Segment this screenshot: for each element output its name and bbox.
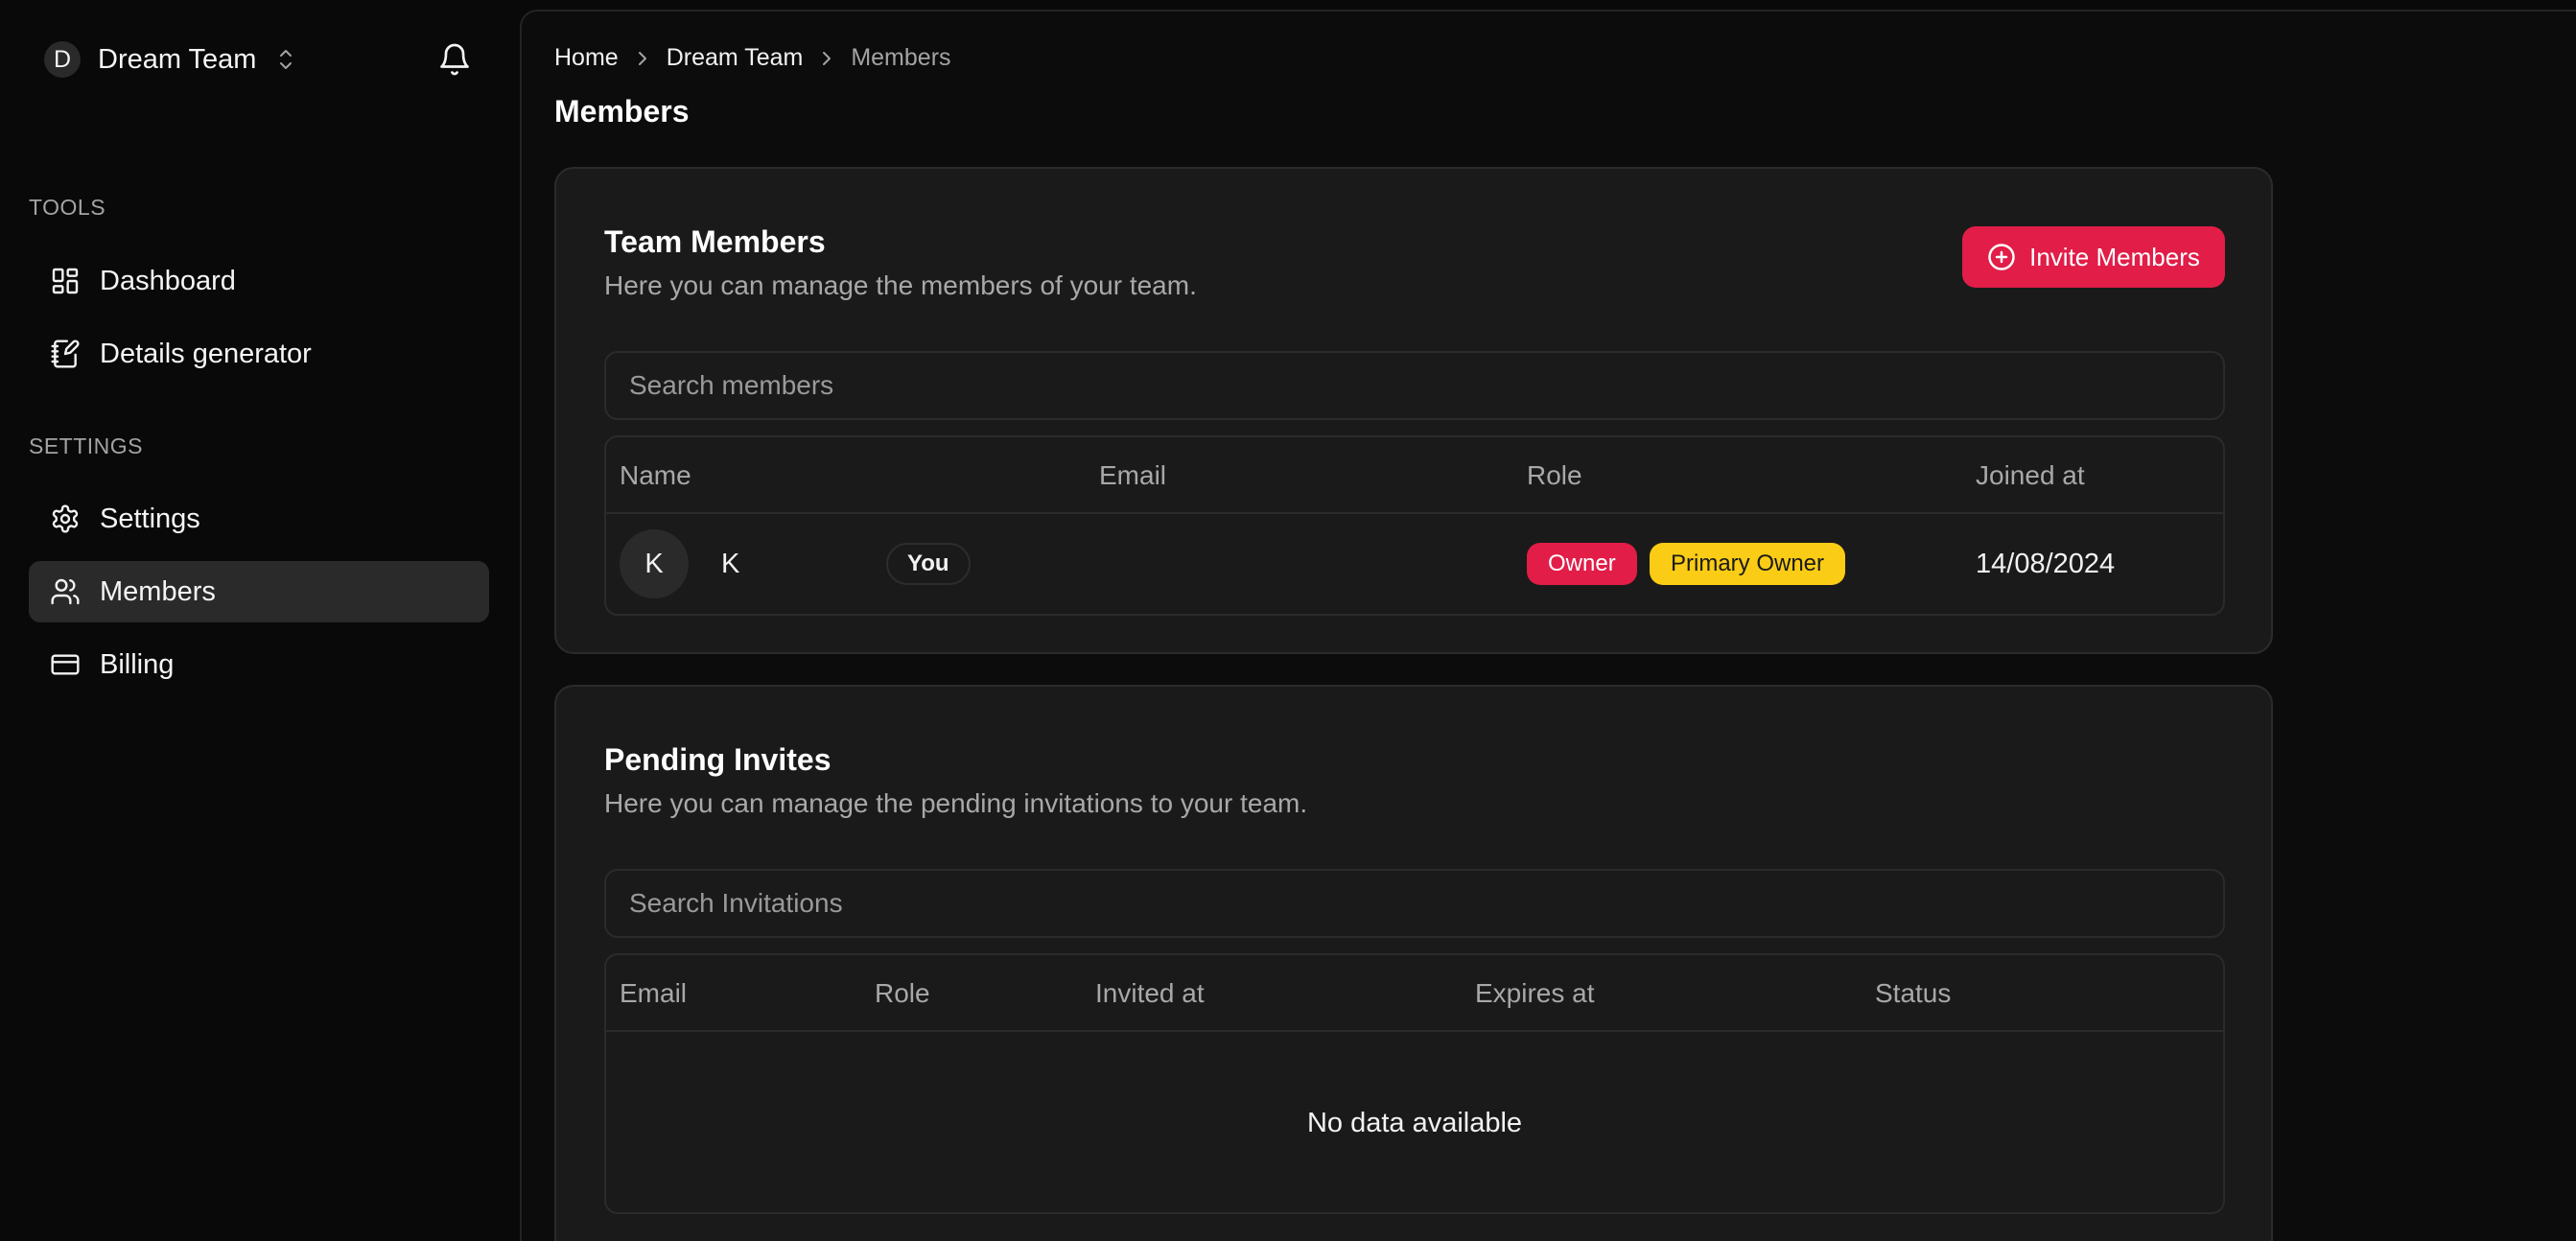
joined-date: 14/08/2024	[1976, 549, 2116, 579]
search-members-input[interactable]	[604, 351, 2225, 420]
column-header-invited[interactable]: Invited at	[1095, 978, 1205, 1009]
chevron-right-icon	[638, 51, 646, 65]
column-header-joined[interactable]: Joined at	[1976, 460, 2085, 491]
card-description: Here you can manage the members of your …	[604, 270, 1197, 300]
invite-members-button[interactable]: Invite Members	[1962, 226, 2225, 288]
breadcrumb-home[interactable]: Home	[554, 44, 619, 72]
team-avatar: D	[44, 41, 81, 78]
breadcrumb-team[interactable]: Dream Team	[667, 44, 804, 72]
column-header-role[interactable]: Role	[875, 978, 930, 1009]
card-title: Pending Invites	[604, 742, 831, 777]
breadcrumb: Home Dream Team Members	[554, 44, 951, 72]
member-name: K	[721, 549, 740, 579]
column-header-name[interactable]: Name	[620, 460, 691, 491]
role-badge-primary-owner: Primary Owner	[1650, 543, 1846, 585]
users-icon	[51, 578, 80, 605]
sidebar-item-label: Billing	[100, 648, 175, 680]
card-title: Team Members	[604, 224, 826, 259]
breadcrumb-current: Members	[851, 44, 951, 71]
team-name: Dream Team	[98, 43, 257, 75]
credit-card-icon	[51, 654, 80, 675]
column-header-email[interactable]: Email	[1099, 460, 1166, 491]
column-header-email[interactable]: Email	[620, 978, 687, 1009]
sidebar-item-label: Details generator	[100, 338, 312, 369]
empty-state: No data available	[1306, 1107, 1523, 1138]
members-table: Name Email Role Joined at K K You Owner …	[604, 435, 2225, 616]
app-root: D Dream Team TOOLS Dashboard Details gen…	[0, 0, 2576, 1241]
sidebar-item-label: Settings	[100, 503, 200, 534]
bell-icon[interactable]	[437, 42, 472, 77]
sidebar-item-billing[interactable]: Billing	[29, 634, 489, 695]
pending-invites-card: Pending Invites Here you can manage the …	[554, 685, 2273, 1241]
table-header: Name Email Role Joined at	[606, 437, 2223, 514]
section-label-settings: SETTINGS	[29, 433, 144, 458]
sidebar: D Dream Team TOOLS Dashboard Details gen…	[0, 0, 518, 1241]
invite-members-label: Invite Members	[2029, 242, 2200, 271]
you-badge: You	[886, 543, 971, 585]
column-header-role[interactable]: Role	[1527, 460, 1582, 491]
gear-icon	[52, 504, 79, 533]
table-row[interactable]: K K You Owner Primary Owner 14/08/2024	[606, 514, 2223, 614]
sidebar-item-label: Members	[100, 575, 216, 607]
role-badge-owner: Owner	[1527, 543, 1637, 585]
sidebar-item-members[interactable]: Members	[29, 561, 489, 622]
dashboard-icon	[52, 268, 79, 294]
table-header: Email Role Invited at Expires at Status	[606, 955, 2223, 1032]
chevrons-up-down-icon	[280, 50, 293, 69]
plus-circle-icon	[1988, 244, 2015, 270]
sidebar-item-label: Dashboard	[100, 265, 236, 296]
column-header-status[interactable]: Status	[1875, 978, 1951, 1009]
chevron-right-icon	[823, 51, 831, 65]
avatar: K	[620, 529, 689, 598]
sidebar-item-settings[interactable]: Settings	[29, 488, 489, 550]
sidebar-item-dashboard[interactable]: Dashboard	[29, 250, 489, 312]
main-content: Home Dream Team Members Members Team Mem…	[520, 10, 2576, 1241]
page-title: Members	[554, 94, 690, 129]
team-members-card: Team Members Here you can manage the mem…	[554, 167, 2273, 654]
section-label-tools: TOOLS	[29, 195, 106, 220]
search-invitations-input[interactable]	[604, 869, 2225, 938]
card-description: Here you can manage the pending invitati…	[604, 788, 1308, 818]
team-switcher[interactable]: D Dream Team	[44, 40, 294, 79]
column-header-expires[interactable]: Expires at	[1475, 978, 1595, 1009]
notebook-pen-icon	[51, 340, 80, 368]
sidebar-item-details-generator[interactable]: Details generator	[29, 323, 489, 385]
invites-table: Email Role Invited at Expires at Status …	[604, 953, 2225, 1214]
